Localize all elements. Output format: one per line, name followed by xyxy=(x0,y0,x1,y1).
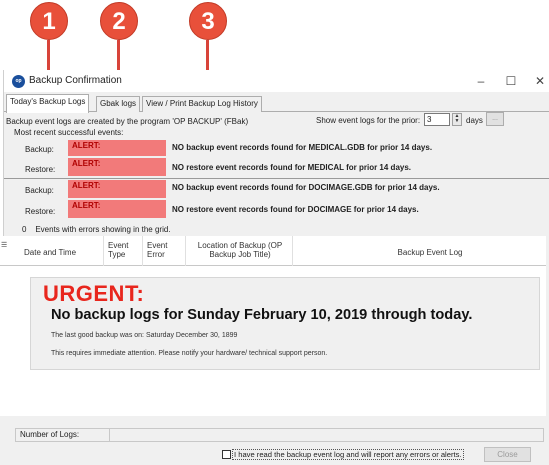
restore-label: Restore: xyxy=(25,165,56,174)
attention-notice-text: This requires immediate attention. Pleas… xyxy=(51,350,328,357)
app-logo-icon: op xyxy=(12,75,25,88)
acknowledge-checkbox[interactable] xyxy=(222,450,231,459)
backup-alert-badge: ALERT: xyxy=(68,180,166,198)
acknowledge-label[interactable]: I have read the backup event log and wil… xyxy=(232,449,464,460)
prior-days-spinner[interactable]: ▲ ▼ xyxy=(452,113,462,126)
group-separator xyxy=(4,178,549,179)
number-of-logs-value xyxy=(110,428,544,442)
minimize-button[interactable]: – xyxy=(471,72,491,90)
close-button[interactable]: Close xyxy=(484,447,531,462)
tab-gbak-logs[interactable]: Gbak logs xyxy=(96,96,141,112)
column-divider[interactable] xyxy=(142,236,143,266)
column-divider[interactable] xyxy=(103,236,104,266)
column-divider[interactable] xyxy=(292,236,293,266)
callout-number: 1 xyxy=(30,2,68,40)
grid-indicator-icon[interactable]: ☰ xyxy=(1,241,7,249)
column-event-error[interactable]: Event Error xyxy=(147,241,177,259)
backup-alert-message: NO backup event records found for DOCIMA… xyxy=(172,183,440,192)
column-date-time[interactable]: Date and Time xyxy=(24,248,76,257)
spin-down-icon[interactable]: ▼ xyxy=(455,118,460,124)
urgent-main-message: No backup logs for Sunday February 10, 2… xyxy=(51,307,473,323)
callout-number: 3 xyxy=(189,2,227,40)
backup-alert-message: NO backup event records found for MEDICA… xyxy=(172,143,433,152)
last-good-backup-text: The last good backup was on: Saturday De… xyxy=(51,332,238,339)
prior-days-input[interactable]: 3 xyxy=(424,113,450,126)
error-count-value: 0 xyxy=(22,225,27,234)
window-title: Backup Confirmation xyxy=(29,75,122,86)
browse-button[interactable]: ... xyxy=(486,112,504,126)
prior-days-label: Show event logs for the prior: xyxy=(316,116,421,125)
grid-header: ☰ Date and Time Event Type Event Error L… xyxy=(0,236,546,266)
restore-label: Restore: xyxy=(25,207,56,216)
error-count-text: Events with errors showing in the grid. xyxy=(35,225,171,234)
tab-todays-backup-logs[interactable]: Today's Backup Logs xyxy=(6,94,90,113)
callout-marker-3: 3 xyxy=(189,2,227,42)
maximize-button[interactable]: ☐ xyxy=(501,72,521,90)
close-window-button[interactable]: ✕ xyxy=(530,72,549,90)
restore-alert-badge: ALERT: xyxy=(68,158,166,176)
number-of-logs-label: Number of Logs: xyxy=(15,428,110,442)
column-event-log[interactable]: Backup Event Log xyxy=(340,248,520,257)
restore-alert-message: NO restore event records found for MEDIC… xyxy=(172,163,412,172)
urgent-title: URGENT: xyxy=(43,281,145,306)
callout-marker-1: 1 xyxy=(30,2,68,42)
backup-label: Backup: xyxy=(25,145,54,154)
urgent-panel: URGENT: No backup logs for Sunday Februa… xyxy=(30,277,540,370)
created-by-text: Backup event logs are created by the pro… xyxy=(6,117,249,126)
restore-alert-badge: ALERT: xyxy=(68,200,166,218)
column-divider[interactable] xyxy=(185,236,186,266)
tab-strip: Today's Backup Logs Gbak logs View / Pri… xyxy=(4,94,549,113)
backup-alert-badge: ALERT: xyxy=(68,140,166,156)
backup-label: Backup: xyxy=(25,186,54,195)
column-event-type[interactable]: Event Type xyxy=(108,241,138,259)
tab-view-print-history[interactable]: View / Print Backup Log History xyxy=(142,96,262,112)
title-bar[interactable]: op Backup Confirmation – ☐ ✕ xyxy=(4,70,549,92)
column-location[interactable]: Location of Backup (OP Backup Job Title) xyxy=(190,241,290,259)
error-count-label: 0 Events with errors showing in the grid… xyxy=(22,225,171,234)
days-label: days xyxy=(466,116,483,125)
recent-events-label: Most recent successful events: xyxy=(14,128,124,137)
callout-marker-2: 2 xyxy=(100,2,138,42)
callout-number: 2 xyxy=(100,2,138,40)
restore-alert-message: NO restore event records found for DOCIM… xyxy=(172,205,419,214)
